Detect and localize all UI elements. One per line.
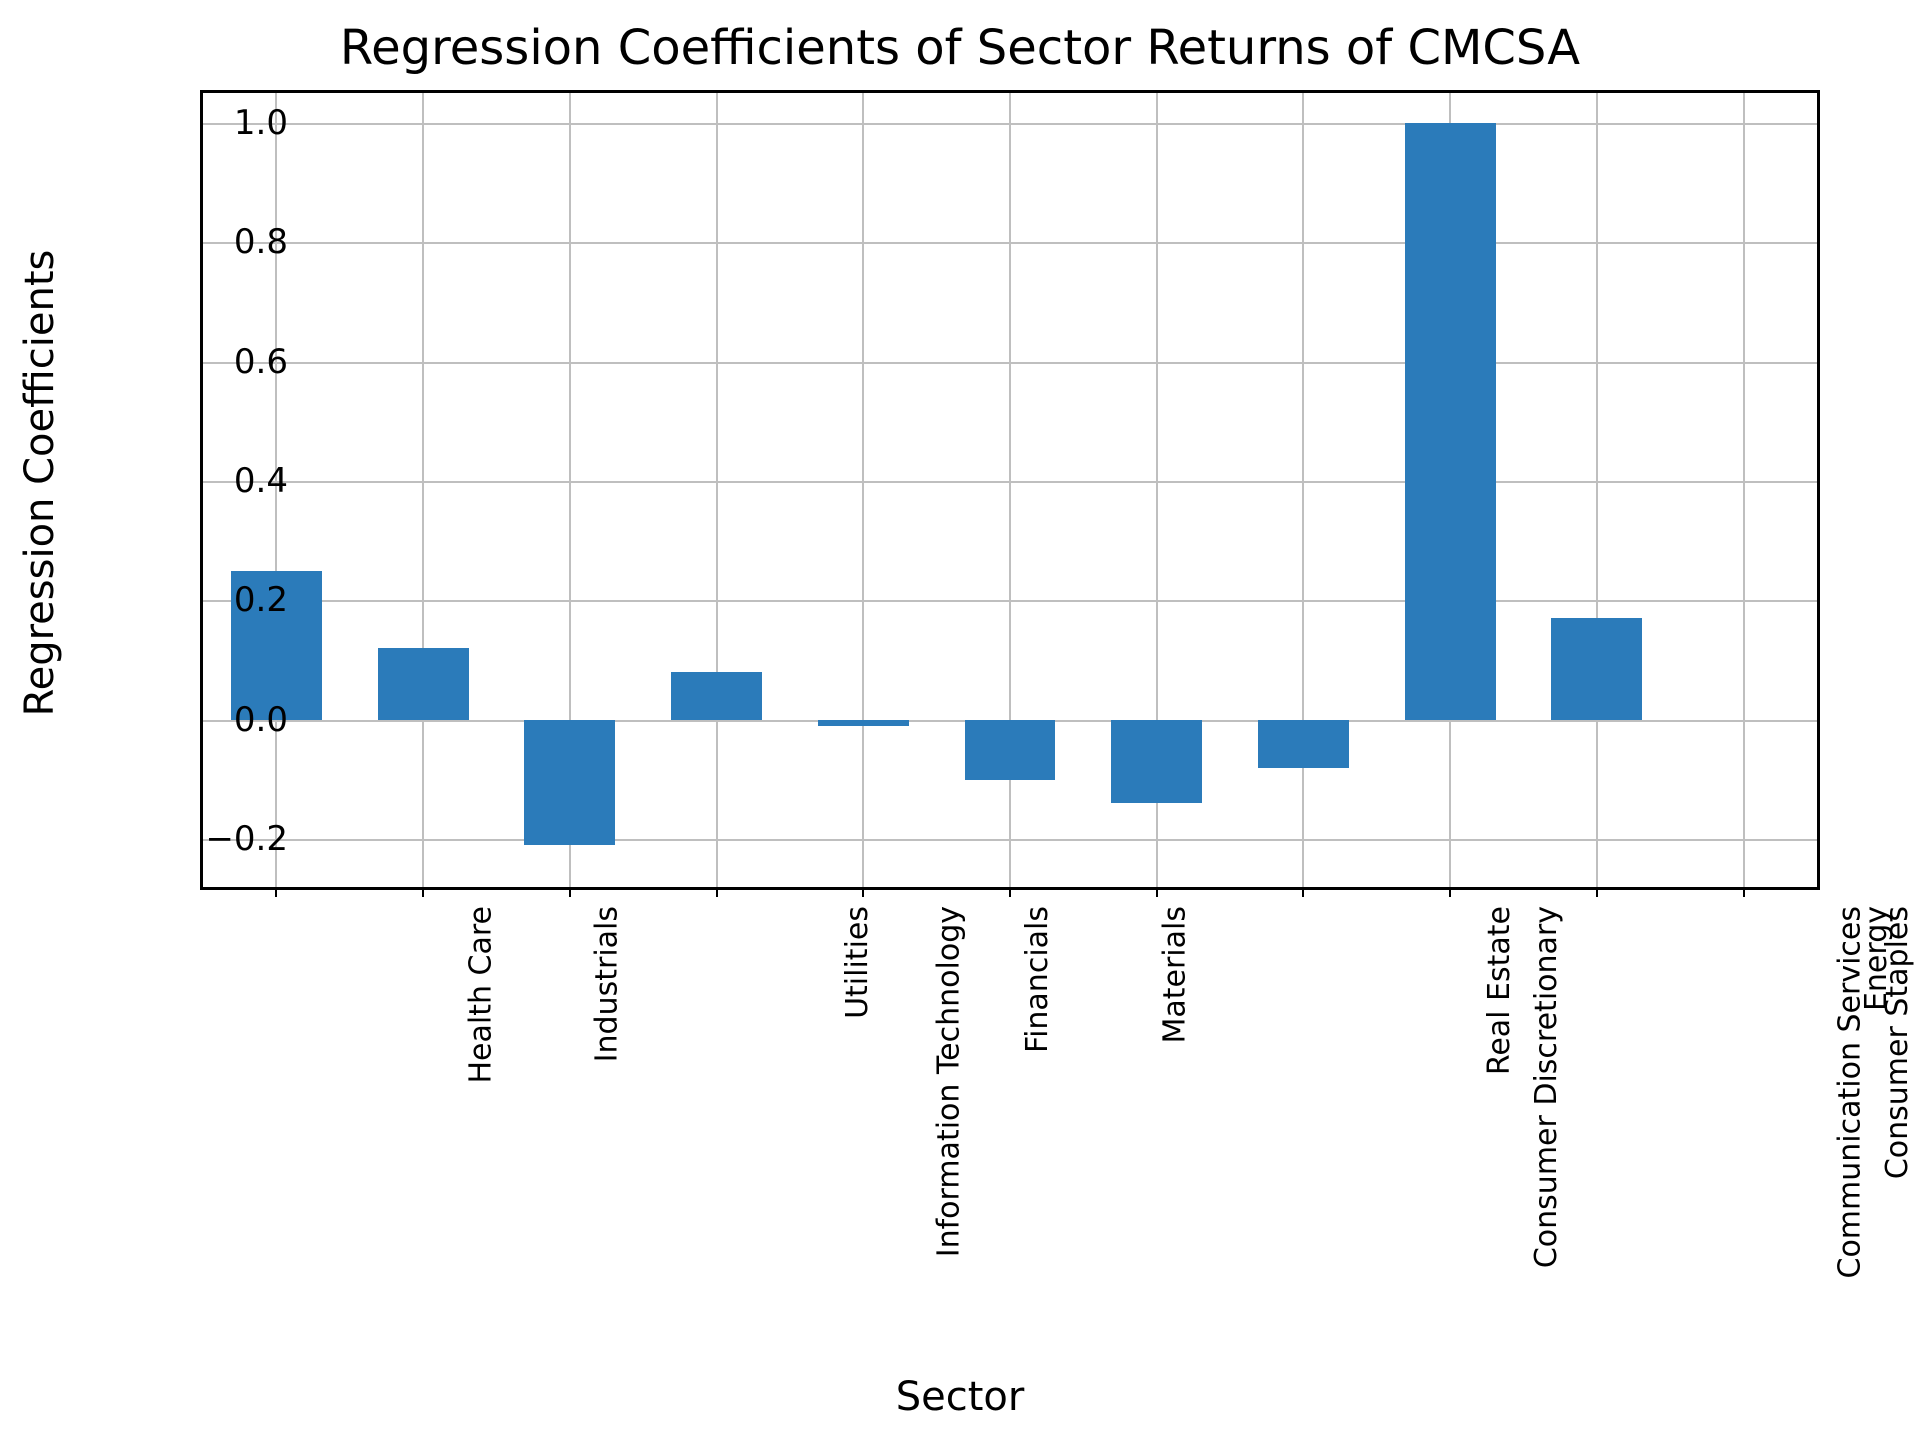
y-tick-label: 0.6 xyxy=(234,342,288,382)
grid-line-vertical xyxy=(1596,93,1598,887)
x-tick-label: Real Estate xyxy=(1483,906,1518,1075)
plot-area xyxy=(200,90,1820,890)
grid-line-vertical xyxy=(1743,93,1745,887)
bar xyxy=(378,648,469,720)
y-tick-label: 0.2 xyxy=(234,580,288,620)
grid-line-vertical xyxy=(1302,93,1304,887)
x-tick xyxy=(1009,887,1011,897)
x-tick xyxy=(862,887,864,897)
bar xyxy=(1258,720,1349,768)
x-tick-label: Materials xyxy=(1158,906,1193,1044)
y-tick-label: −0.2 xyxy=(205,819,288,859)
grid-line-vertical xyxy=(422,93,424,887)
x-axis-label: Sector xyxy=(0,1374,1920,1420)
chart-title: Regression Coefficients of Sector Return… xyxy=(0,20,1920,76)
x-tick-label: Energy xyxy=(1859,906,1894,1011)
bar xyxy=(671,672,762,720)
bar xyxy=(818,720,909,726)
y-tick-label: 1.0 xyxy=(234,103,288,143)
grid-line-vertical xyxy=(862,93,864,887)
x-tick-label: Information Technology xyxy=(931,906,966,1257)
bar xyxy=(1551,618,1642,719)
x-tick-label: Financials xyxy=(1020,906,1055,1053)
x-tick xyxy=(1302,887,1304,897)
bar xyxy=(965,720,1056,780)
y-tick-label: 0.8 xyxy=(234,222,288,262)
grid-line-vertical xyxy=(716,93,718,887)
x-tick-label: Utilities xyxy=(839,906,874,1019)
x-tick xyxy=(716,887,718,897)
bar xyxy=(1111,720,1202,804)
chart-figure: Regression Coefficients of Sector Return… xyxy=(0,0,1920,1440)
bar xyxy=(1405,123,1496,720)
x-tick-label: Consumer Discretionary xyxy=(1529,906,1564,1268)
x-tick xyxy=(1156,887,1158,897)
x-tick xyxy=(1743,887,1745,897)
x-tick-label: Industrials xyxy=(589,906,624,1062)
x-tick xyxy=(1449,887,1451,897)
x-tick xyxy=(1596,887,1598,897)
y-tick-label: 0.0 xyxy=(234,700,288,740)
y-axis-label: Regression Coefficients xyxy=(17,250,63,717)
x-tick-label: Health Care xyxy=(464,906,499,1084)
x-tick xyxy=(275,887,277,897)
y-tick-label: 0.4 xyxy=(234,461,288,501)
bar xyxy=(524,720,615,845)
x-tick xyxy=(422,887,424,897)
x-tick xyxy=(569,887,571,897)
